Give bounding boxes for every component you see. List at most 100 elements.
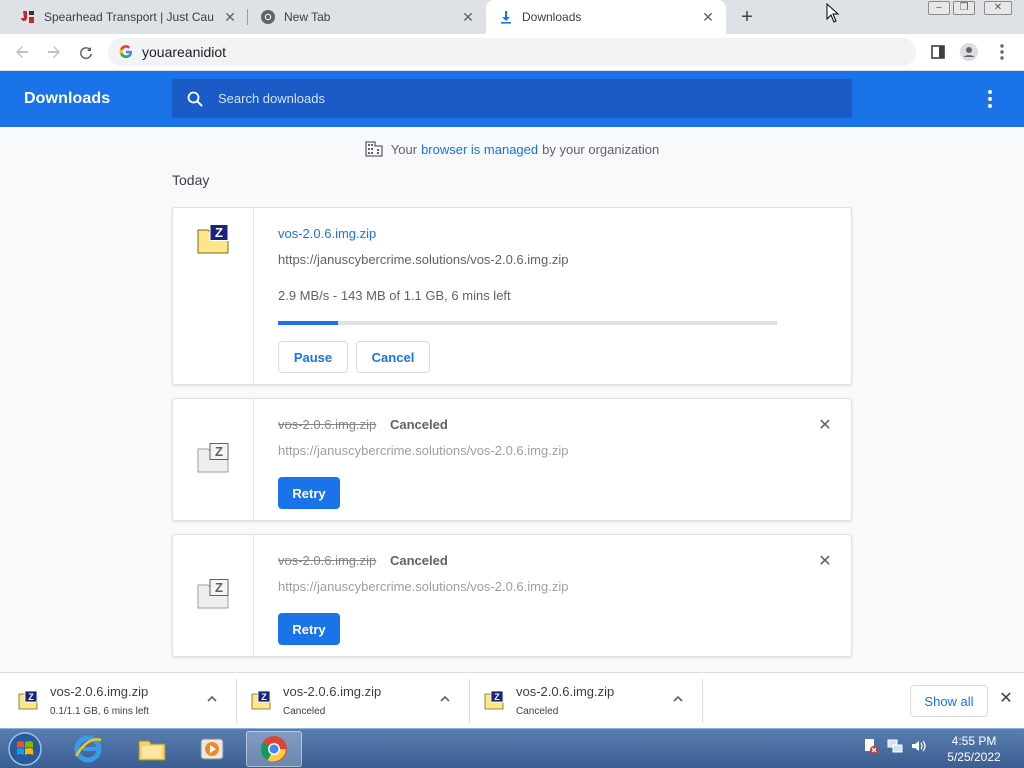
building-icon bbox=[365, 141, 383, 157]
shelf-item-status: Canceled bbox=[516, 706, 559, 717]
chevron-up-icon[interactable] bbox=[439, 693, 451, 705]
download-item-canceled: Z vos-2.0.6.img.zip Canceled ✕ https://j… bbox=[172, 398, 852, 521]
svg-text:Z: Z bbox=[261, 692, 267, 702]
shelf-item[interactable]: Z vos-2.0.6.img.zip Canceled bbox=[251, 679, 463, 723]
shelf-divider bbox=[236, 679, 237, 723]
shelf-item-name: vos-2.0.6.img.zip bbox=[50, 684, 149, 699]
file-url: https://januscybercrime.solutions/vos-2.… bbox=[278, 579, 569, 594]
cancel-button[interactable]: Cancel bbox=[356, 341, 430, 373]
system-tray bbox=[862, 737, 928, 755]
back-icon[interactable] bbox=[12, 42, 32, 62]
media-player-icon[interactable] bbox=[184, 731, 240, 767]
internet-explorer-icon[interactable] bbox=[60, 731, 116, 767]
shelf-divider bbox=[469, 679, 470, 723]
download-item-canceled: Z vos-2.0.6.img.zip Canceled ✕ https://j… bbox=[172, 534, 852, 657]
shelf-item-status: Canceled bbox=[283, 706, 326, 717]
managed-notice: Your browser is managed by your organiza… bbox=[0, 141, 1024, 157]
chrome-favicon-icon bbox=[260, 9, 276, 25]
forward-icon[interactable] bbox=[44, 42, 64, 62]
new-tab-icon[interactable]: + bbox=[736, 6, 758, 28]
status-label: Canceled bbox=[390, 553, 448, 568]
tab-spearhead[interactable]: Spearhead Transport | Just Cause ✕ bbox=[8, 0, 248, 34]
remove-item-icon[interactable]: ✕ bbox=[817, 554, 833, 570]
menu-icon[interactable] bbox=[992, 42, 1012, 62]
chevron-up-icon[interactable] bbox=[206, 693, 218, 705]
managed-link[interactable]: browser is managed bbox=[421, 142, 538, 157]
minimize-icon[interactable]: – bbox=[928, 1, 950, 15]
shelf-item-name: vos-2.0.6.img.zip bbox=[516, 684, 615, 699]
browser-toolbar: youareanidiot bbox=[0, 34, 1024, 71]
volume-icon[interactable] bbox=[910, 737, 928, 755]
zip-file-icon: Z bbox=[251, 690, 271, 710]
svg-text:Z: Z bbox=[215, 225, 223, 240]
network-icon[interactable] bbox=[886, 737, 904, 755]
progress-bar bbox=[278, 321, 777, 325]
managed-text-prefix: Your bbox=[390, 141, 418, 157]
close-tab-icon[interactable]: ✕ bbox=[460, 9, 476, 25]
retry-button[interactable]: Retry bbox=[278, 613, 340, 645]
zip-file-icon: Z bbox=[18, 690, 38, 710]
file-icon-column: Z bbox=[173, 399, 254, 520]
retry-button[interactable]: Retry bbox=[278, 477, 340, 509]
tab-new-tab[interactable]: New Tab ✕ bbox=[248, 0, 486, 34]
address-text: youareanidiot bbox=[142, 44, 227, 60]
file-url: https://januscybercrime.solutions/vos-2.… bbox=[278, 252, 569, 267]
action-center-icon[interactable] bbox=[862, 737, 880, 755]
file-url: https://januscybercrime.solutions/vos-2.… bbox=[278, 443, 569, 458]
file-explorer-icon[interactable] bbox=[124, 731, 180, 767]
zip-file-icon: Z bbox=[197, 443, 229, 473]
clock-date: 5/25/2022 bbox=[947, 750, 1001, 764]
close-shelf-icon[interactable]: ✕ bbox=[998, 691, 1014, 707]
clock-time: 4:55 PM bbox=[951, 734, 997, 748]
tab-title: Spearhead Transport | Just Cause bbox=[44, 10, 214, 24]
taskbar: 4:55 PM 5/25/2022 bbox=[0, 728, 1024, 768]
chevron-up-icon[interactable] bbox=[672, 693, 684, 705]
more-actions-icon[interactable] bbox=[980, 89, 1000, 109]
start-button-icon[interactable] bbox=[3, 730, 47, 768]
svg-text:Z: Z bbox=[215, 580, 223, 595]
shelf-divider bbox=[702, 679, 703, 723]
download-shelf: Z vos-2.0.6.img.zip 0.1/1.1 GB, 6 mins l… bbox=[0, 672, 1024, 728]
file-name: vos-2.0.6.img.zip bbox=[278, 417, 377, 432]
zip-file-icon: Z bbox=[197, 224, 229, 254]
restore-icon[interactable]: ❐ bbox=[953, 1, 975, 15]
close-tab-icon[interactable]: ✕ bbox=[222, 9, 238, 25]
remove-item-icon[interactable]: ✕ bbox=[817, 418, 833, 434]
progress-bar-fill bbox=[278, 321, 338, 325]
downloads-header: Downloads bbox=[0, 71, 1024, 127]
side-panel-icon[interactable] bbox=[928, 42, 948, 62]
chrome-taskbar-icon[interactable] bbox=[246, 731, 302, 767]
svg-text:Z: Z bbox=[28, 692, 34, 702]
download-item-active: Z vos-2.0.6.img.zip https://januscybercr… bbox=[172, 207, 852, 385]
close-tab-icon[interactable]: ✕ bbox=[700, 9, 716, 25]
download-favicon-icon bbox=[498, 9, 514, 25]
profile-icon[interactable] bbox=[959, 42, 979, 62]
search-input[interactable] bbox=[218, 91, 778, 106]
shelf-item[interactable]: Z vos-2.0.6.img.zip Canceled bbox=[484, 679, 696, 723]
file-icon-column: Z bbox=[173, 208, 254, 384]
zip-file-icon: Z bbox=[484, 690, 504, 710]
tab-downloads[interactable]: Downloads ✕ bbox=[486, 0, 726, 34]
page-title: Downloads bbox=[24, 90, 111, 107]
tab-title: Downloads bbox=[522, 10, 582, 24]
zip-file-icon: Z bbox=[197, 579, 229, 609]
file-name-link[interactable]: vos-2.0.6.img.zip bbox=[278, 226, 376, 241]
pause-button[interactable]: Pause bbox=[278, 341, 348, 373]
mouse-cursor-icon bbox=[826, 3, 840, 23]
progress-text: 2.9 MB/s - 143 MB of 1.1 GB, 6 mins left bbox=[278, 288, 511, 303]
spearhead-favicon-icon bbox=[20, 9, 36, 25]
search-bar[interactable] bbox=[172, 79, 852, 118]
svg-text:Z: Z bbox=[494, 692, 500, 702]
close-window-icon[interactable]: ✕ bbox=[984, 1, 1012, 15]
shelf-item[interactable]: Z vos-2.0.6.img.zip 0.1/1.1 GB, 6 mins l… bbox=[18, 679, 230, 723]
managed-text-suffix: by your organization bbox=[542, 141, 660, 157]
system-clock[interactable]: 4:55 PM 5/25/2022 bbox=[938, 733, 1010, 765]
status-label: Canceled bbox=[390, 417, 448, 432]
reload-icon[interactable] bbox=[76, 42, 96, 62]
show-all-button[interactable]: Show all bbox=[910, 685, 988, 717]
tab-title: New Tab bbox=[284, 10, 331, 24]
section-label: Today bbox=[172, 172, 210, 188]
file-name: vos-2.0.6.img.zip bbox=[278, 553, 377, 568]
address-bar[interactable]: youareanidiot bbox=[108, 38, 916, 66]
tab-strip: Spearhead Transport | Just Cause ✕ New T… bbox=[0, 0, 1024, 34]
